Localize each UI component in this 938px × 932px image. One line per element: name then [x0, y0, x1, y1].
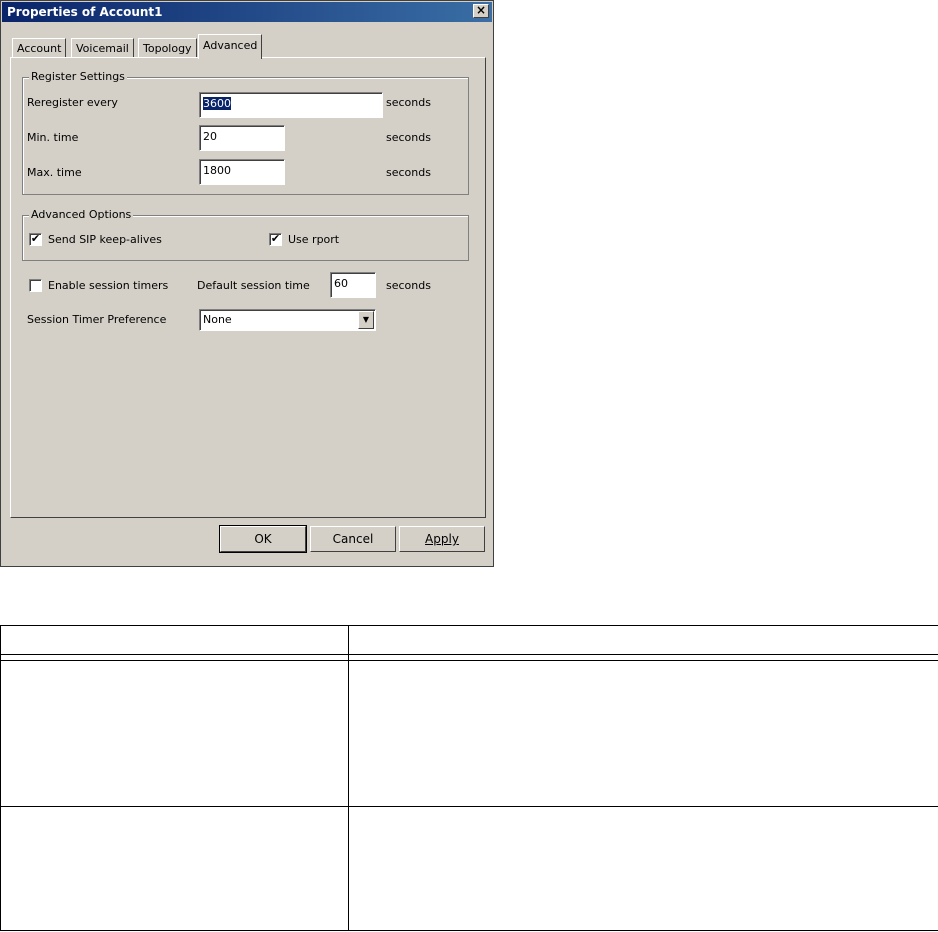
- session-timer-preference-label: Session Timer Preference: [27, 313, 167, 326]
- use-rport-label: Use rport: [288, 233, 340, 246]
- reregister-input[interactable]: 3600: [199, 92, 383, 118]
- ok-button[interactable]: OK: [219, 525, 307, 553]
- table-cell: [0, 660, 349, 807]
- table-row: [0, 660, 938, 807]
- tab-voicemail[interactable]: Voicemail: [71, 38, 134, 58]
- tab-account-label: Account: [17, 42, 62, 55]
- default-session-time-value: 60: [334, 277, 348, 290]
- cancel-button[interactable]: Cancel: [310, 526, 396, 552]
- register-settings-legend: Register Settings: [29, 70, 127, 83]
- advanced-options-legend: Advanced Options: [29, 208, 134, 221]
- enable-session-timers-label: Enable session timers: [48, 279, 169, 292]
- default-session-time-unit: seconds: [386, 279, 431, 292]
- reregister-label: Reregister every: [27, 96, 118, 109]
- properties-dialog: Properties of Account1 × Account Voicema…: [0, 0, 494, 567]
- dropdown-arrow-button[interactable]: ▼: [358, 311, 374, 329]
- enable-session-timers-checkbox[interactable]: [29, 279, 42, 292]
- max-time-label: Max. time: [27, 166, 82, 179]
- default-session-time-input[interactable]: 60: [330, 272, 376, 298]
- tab-advanced[interactable]: Advanced: [198, 34, 263, 59]
- close-icon: ×: [475, 3, 487, 17]
- close-button[interactable]: ×: [473, 4, 489, 18]
- tab-topology-label: Topology: [143, 42, 192, 55]
- table-cell: [348, 806, 938, 931]
- tab-panel-advanced: Register Settings Reregister every 3600 …: [10, 57, 486, 518]
- max-time-unit: seconds: [386, 166, 431, 179]
- reregister-value: 3600: [203, 97, 231, 110]
- cancel-button-label: Cancel: [332, 532, 374, 546]
- session-timer-preference-select[interactable]: None ▼: [199, 309, 376, 331]
- apply-button[interactable]: Apply: [399, 526, 485, 552]
- tab-account[interactable]: Account: [12, 38, 67, 58]
- min-time-label: Min. time: [27, 131, 79, 144]
- session-timer-preference-value: None: [203, 313, 232, 326]
- window-title: Properties of Account1: [7, 5, 163, 19]
- tab-advanced-label: Advanced: [203, 39, 258, 52]
- max-time-input[interactable]: 1800: [199, 159, 285, 185]
- reregister-unit: seconds: [386, 96, 431, 109]
- table-header-row: [0, 625, 938, 655]
- max-time-value: 1800: [203, 164, 231, 177]
- min-time-unit: seconds: [386, 131, 431, 144]
- keepalives-check-icon: ✔: [30, 232, 41, 245]
- table-cell: [348, 660, 938, 807]
- ok-button-label: OK: [254, 532, 272, 546]
- tab-voicemail-label: Voicemail: [76, 42, 129, 55]
- options-table: [0, 625, 938, 931]
- title-bar[interactable]: Properties of Account1 ×: [2, 2, 492, 22]
- apply-button-label: Apply: [425, 532, 459, 546]
- rport-check-icon: ✔: [270, 232, 281, 245]
- use-rport-checkbox[interactable]: ✔: [269, 233, 282, 246]
- send-keepalives-checkbox[interactable]: ✔: [29, 233, 42, 246]
- table-cell: [0, 806, 349, 931]
- min-time-input[interactable]: 20: [199, 125, 285, 151]
- default-session-time-label: Default session time: [197, 279, 310, 292]
- min-time-value: 20: [203, 130, 217, 143]
- table-row: [0, 806, 938, 931]
- send-keepalives-label: Send SIP keep-alives: [48, 233, 162, 246]
- table-header-cell: [0, 625, 349, 655]
- table-header-cell: [348, 625, 938, 655]
- chevron-down-icon: ▼: [362, 315, 370, 324]
- tab-topology[interactable]: Topology: [138, 38, 197, 58]
